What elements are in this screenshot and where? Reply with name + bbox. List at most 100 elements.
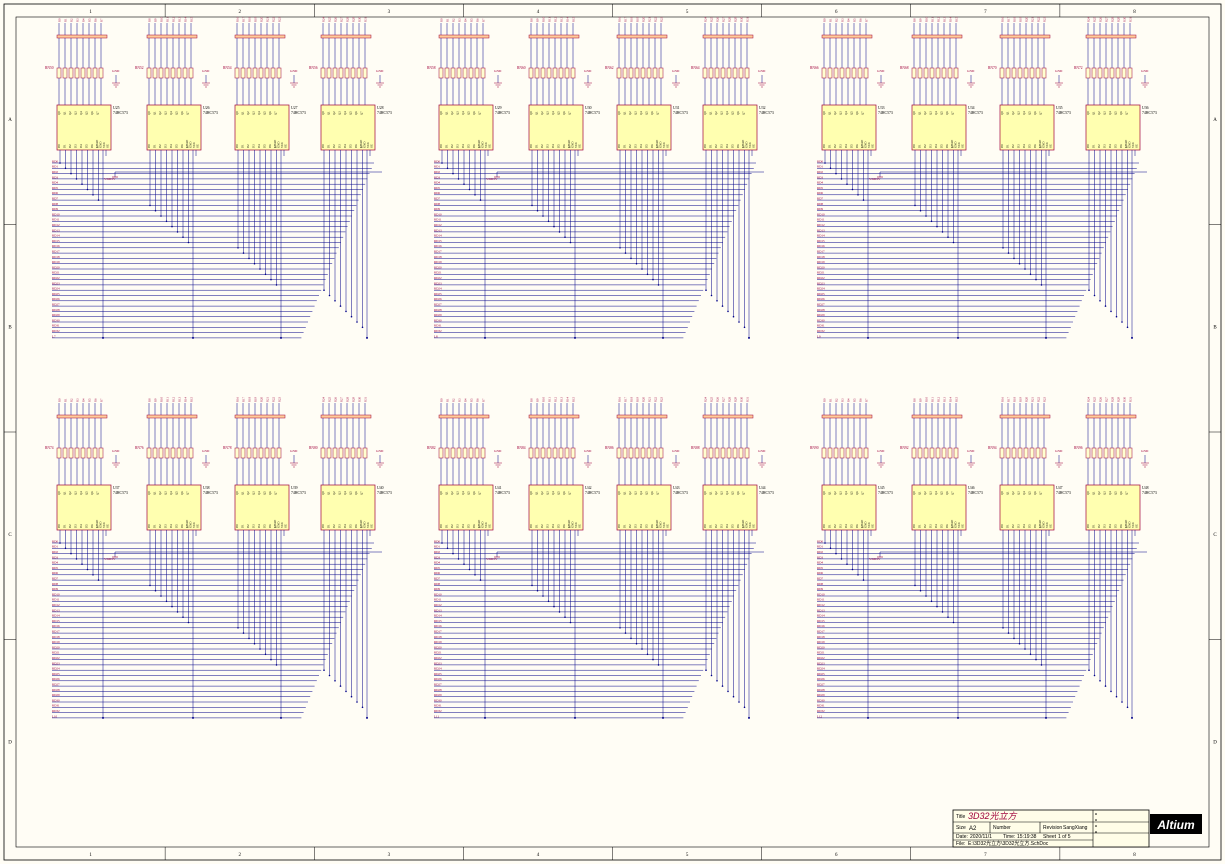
header-net-label: R16 (618, 16, 622, 22)
pin-name-d: D1 (1092, 524, 1096, 528)
net-label: RD31 (817, 704, 825, 708)
chip-type: 74HC573 (673, 491, 688, 495)
chip-designator: U33 (878, 106, 885, 110)
junction (264, 653, 267, 656)
pin-name-d: D3 (74, 144, 78, 148)
pin-name-d: D0 (529, 144, 533, 148)
pin-name-d: D5 (940, 524, 944, 528)
junction (1045, 716, 1047, 719)
net-label: RD26 (52, 297, 60, 301)
pin-name-q: Q1 (241, 111, 245, 115)
pin-name-q: Q5 (557, 111, 561, 115)
resistor-designator: RN82 (427, 446, 436, 450)
pin-name-d: D6 (650, 524, 654, 528)
net-label: RD22 (434, 656, 442, 660)
resistor (528, 67, 534, 79)
junction (1099, 300, 1101, 302)
header-net-label: R18 (1013, 396, 1017, 402)
junction (705, 289, 707, 292)
net-label: RD30 (434, 318, 442, 322)
pin-name-q: Q2 (332, 491, 336, 495)
header-net-label: R3 (841, 398, 845, 402)
net-label: RD1 (434, 545, 440, 549)
resistor (1127, 67, 1133, 79)
junction (1131, 336, 1133, 339)
pin-name-d: D3 (1017, 524, 1021, 528)
header-net-label: R31 (746, 396, 750, 402)
pin-name-q: Q4 (551, 111, 555, 115)
junction (1099, 680, 1101, 682)
pin-name-d: D0 (703, 524, 707, 528)
header-net-label: R30 (740, 16, 744, 22)
net-label: RD18 (434, 255, 442, 259)
pin-name-ctrl: OE (106, 524, 110, 528)
resistor (1023, 447, 1029, 459)
pin-header (911, 414, 963, 419)
pin-name-q: Q3 (720, 111, 724, 115)
header-net-label: R21 (648, 16, 652, 22)
pin-header (1085, 34, 1137, 39)
pin-name-d: D0 (147, 524, 151, 528)
pin-name-q: Q3 (720, 491, 724, 495)
pin-name-q: Q6 (180, 491, 184, 495)
pin-name-q: Q7 (1125, 491, 1129, 495)
resistor (1017, 67, 1023, 79)
net-label: RD0 (52, 539, 58, 543)
junction (925, 215, 927, 217)
pin-header (56, 34, 108, 39)
net-label: RD17 (434, 630, 442, 634)
header-net-label: R25 (1093, 396, 1097, 402)
net-label: RD23 (434, 281, 442, 285)
resistor (158, 67, 164, 79)
pin-name-d: D6 (945, 144, 949, 148)
pin-name-d: D3 (634, 144, 638, 148)
resistor (188, 447, 194, 459)
pin-name-d: D2 (1011, 524, 1015, 528)
resistor-designator: RN72 (1074, 66, 1083, 70)
net-label: RD16 (52, 624, 60, 628)
net-label: RD12 (52, 603, 60, 607)
pin-name-q: Q1 (153, 111, 157, 115)
gnd-label: GND (112, 69, 120, 73)
gnd-label: GND (584, 69, 592, 73)
pin-name-d: D3 (1103, 144, 1107, 148)
resistor (92, 67, 98, 79)
resistor (80, 67, 86, 79)
net-label: RD28 (52, 308, 60, 312)
pin-name-ctrl: OE (752, 524, 756, 528)
header-net-label: R4 (464, 398, 468, 402)
net-label: RD4 (817, 561, 823, 565)
pin-name-d: D2 (1097, 524, 1101, 528)
junction (165, 600, 168, 603)
pin-name-d: D3 (720, 524, 724, 528)
chip-type: 74HC573 (968, 111, 983, 115)
pin-name-d: D1 (1006, 524, 1010, 528)
net-label: RD7 (52, 197, 58, 201)
net-label: RD30 (434, 698, 442, 702)
net-label: RD25 (817, 292, 825, 296)
pin-name-q: Q6 (268, 111, 272, 115)
header-net-label: R15 (955, 16, 959, 22)
pin-header (999, 34, 1051, 39)
pin-header (616, 414, 668, 419)
pin-name-d: D3 (839, 144, 843, 148)
resistor (86, 67, 92, 79)
header-net-label: R4 (82, 18, 86, 22)
pin-name-q: Q3 (546, 111, 550, 115)
net-label: RD31 (434, 324, 442, 328)
header-net-label: R16 (618, 396, 622, 402)
resistor (1097, 447, 1103, 459)
header-net-label: R19 (254, 16, 258, 22)
header-net-label: R8 (913, 398, 917, 402)
header-net-label: R26 (716, 16, 720, 22)
header-net-label: R8 (148, 18, 152, 22)
junction (846, 183, 848, 185)
net-label: RD20 (434, 265, 442, 269)
junction (86, 568, 89, 571)
header-net-label: R23 (660, 396, 664, 402)
pin-name-d: D6 (354, 144, 358, 148)
pin-name-d: D4 (79, 524, 83, 528)
junction (867, 716, 869, 719)
junction (727, 310, 729, 313)
resistor (1115, 447, 1121, 459)
